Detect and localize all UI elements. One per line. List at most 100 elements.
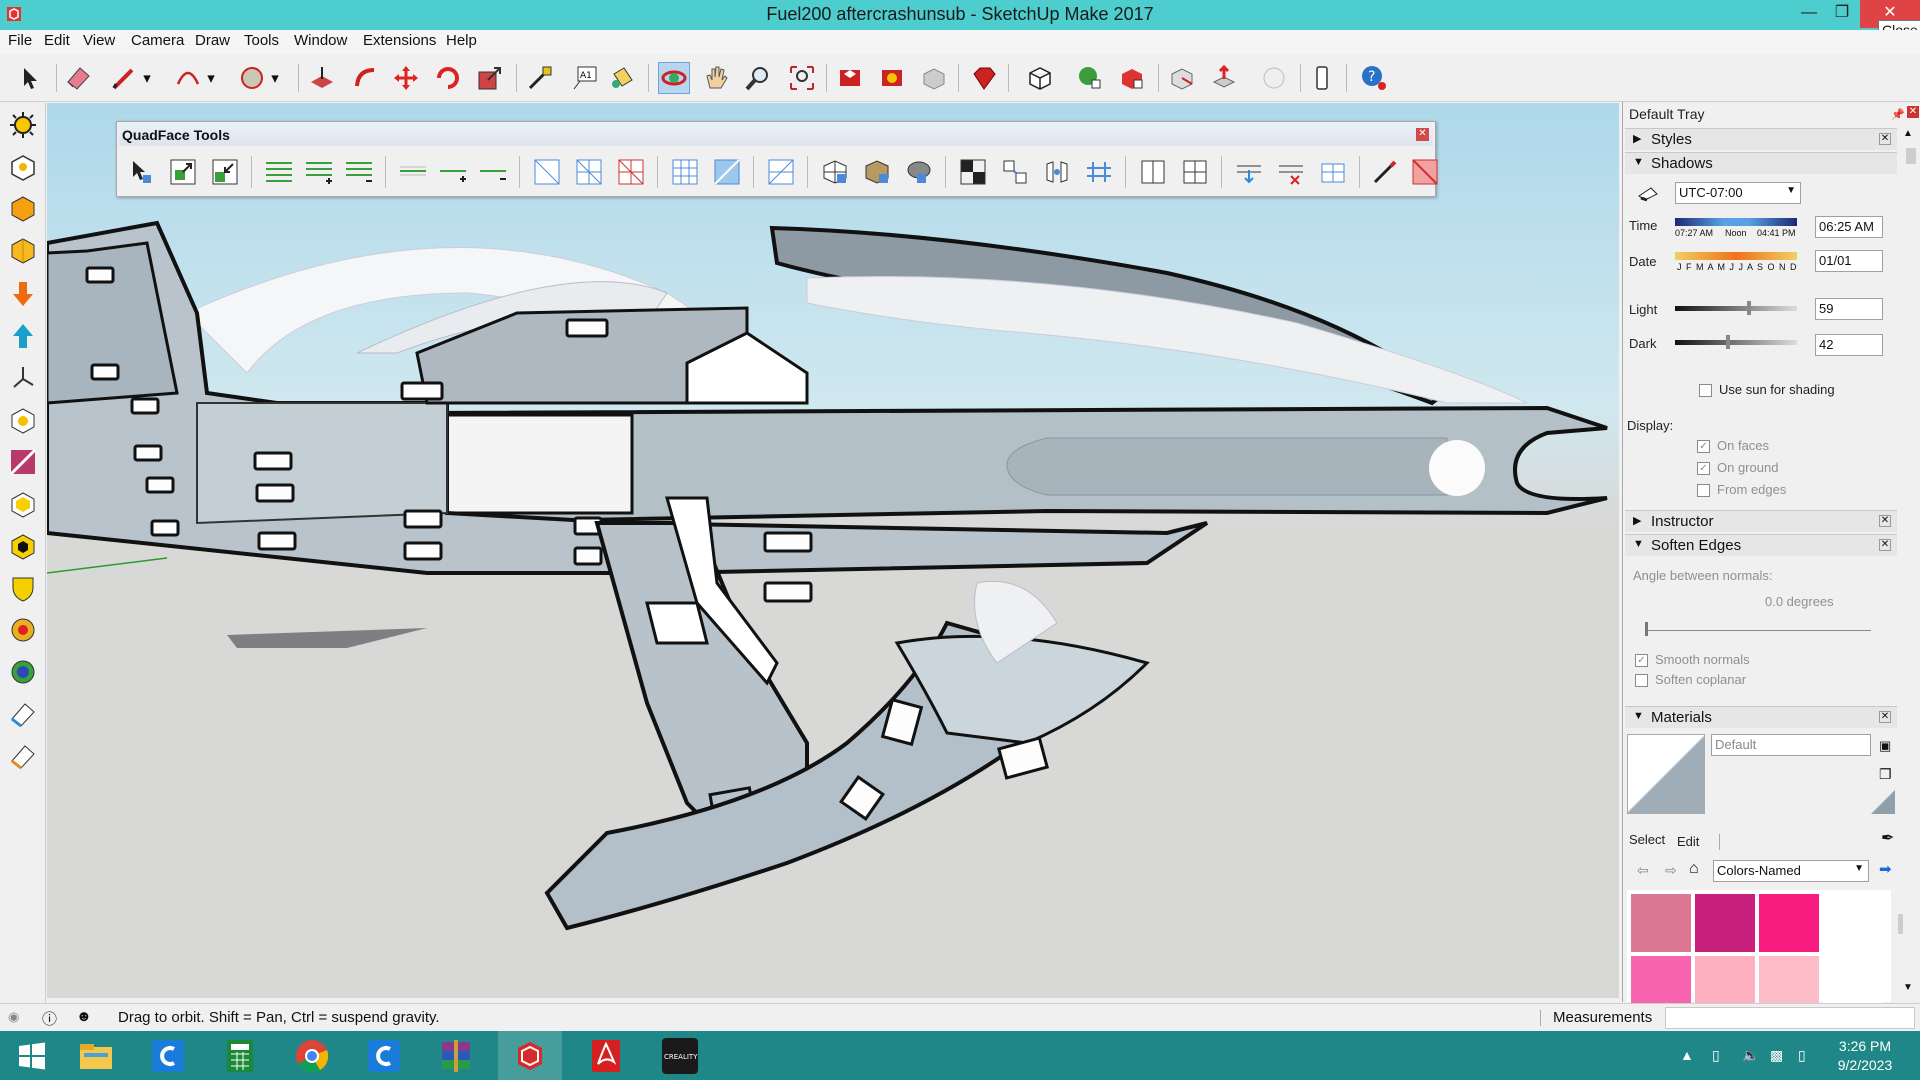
menu-camera[interactable]: Camera (131, 32, 184, 49)
soften-edges-close-icon[interactable]: ✕ (1879, 539, 1891, 551)
time-input[interactable]: 06:25 AM (1815, 216, 1883, 238)
qf-triangulate-icon[interactable] (711, 156, 743, 188)
zoom-extents-tool-icon[interactable] (786, 62, 818, 94)
menu-extensions[interactable]: Extensions (363, 32, 436, 49)
mobile-device-icon[interactable] (1306, 62, 1338, 94)
arrow-down-icon[interactable] (6, 277, 40, 311)
light-input[interactable]: 59 (1815, 298, 1883, 320)
from-edges-checkbox[interactable] (1697, 484, 1710, 497)
volume-icon[interactable]: 🔈 (1742, 1047, 1759, 1064)
library-select[interactable]: Colors-Named ▼ (1713, 860, 1869, 882)
push-pull-tool-icon[interactable] (306, 62, 338, 94)
paint-bucket-tool-icon[interactable] (606, 62, 638, 94)
tape-measure-tool-icon[interactable] (524, 62, 556, 94)
angle-slider-thumb[interactable] (1645, 622, 1648, 636)
date-input[interactable]: 01/01 (1815, 250, 1883, 272)
smooth-normals-checkbox[interactable]: ✓ (1635, 654, 1648, 667)
qf-edit-pencil-icon[interactable] (1369, 156, 1401, 188)
qf-grow-ring-icon[interactable] (303, 156, 335, 188)
circle-shape-tool-icon[interactable] (236, 62, 268, 94)
styles-close-icon[interactable]: ✕ (1879, 133, 1891, 145)
shadow-toggle-icon[interactable] (1637, 184, 1659, 202)
menu-window[interactable]: Window (294, 32, 347, 49)
move-tool-icon[interactable] (390, 62, 422, 94)
shield-yellow-icon[interactable] (6, 571, 40, 605)
date-slider[interactable] (1675, 252, 1797, 260)
shadows-panel-header[interactable]: ▼ Shadows (1625, 152, 1897, 174)
qf-bridge-icon[interactable] (1317, 156, 1349, 188)
winrar-icon[interactable] (424, 1031, 488, 1080)
on-faces-checkbox[interactable]: ✓ (1697, 440, 1710, 453)
3d-viewport[interactable] (47, 103, 1619, 998)
qf-uv-map-icon[interactable] (819, 156, 851, 188)
eraser-orange-icon[interactable] (6, 739, 40, 773)
device-icon[interactable]: ▯ (1712, 1047, 1720, 1064)
measurements-input[interactable] (1665, 1007, 1915, 1029)
house-outline-icon[interactable] (6, 150, 40, 184)
chrome-icon[interactable] (280, 1031, 344, 1080)
axes-icon[interactable] (6, 361, 40, 395)
on-ground-checkbox[interactable]: ✓ (1697, 462, 1710, 475)
qf-flip-icon[interactable] (1179, 156, 1211, 188)
soften-coplanar-checkbox[interactable] (1635, 674, 1648, 687)
sphere-icon[interactable] (1258, 62, 1290, 94)
network-icon[interactable]: ▩ (1770, 1047, 1783, 1064)
hexagon-yellow-icon[interactable] (6, 487, 40, 521)
material-name-input[interactable]: Default (1711, 734, 1871, 756)
qf-checker-icon[interactable] (957, 156, 989, 188)
home-icon[interactable]: ⌂ (1689, 860, 1699, 878)
menu-tools[interactable]: Tools (244, 32, 279, 49)
hexagon-white-icon[interactable] (6, 403, 40, 437)
eraser-tool-icon[interactable] (62, 62, 94, 94)
select-tool-icon[interactable] (14, 62, 46, 94)
3d-warehouse-icon[interactable] (834, 62, 866, 94)
qf-region-icon[interactable] (531, 156, 563, 188)
restore-button[interactable]: ❐ (1820, 0, 1864, 28)
photo-textures-icon[interactable] (1166, 62, 1198, 94)
qf-grow-selection-icon[interactable] (167, 156, 199, 188)
styles-panel-header[interactable]: ▶ Styles ✕ (1625, 128, 1897, 150)
user-account-icon[interactable]: ☻ (76, 1008, 92, 1025)
line-dropdown-chevron-down-icon[interactable]: ▾ (140, 62, 154, 94)
extension-manager-ruby-icon[interactable] (968, 62, 1000, 94)
qf-insert-loops-icon[interactable] (1083, 156, 1115, 188)
qf-shrink-selection-icon[interactable] (209, 156, 241, 188)
menu-file[interactable]: File (8, 32, 32, 49)
pencil-line-tool-icon[interactable] (108, 62, 140, 94)
qf-quad-grid-icon[interactable] (669, 156, 701, 188)
qf-texture-icon[interactable] (861, 156, 893, 188)
clock[interactable]: 3:26 PM 9/2/2023 (1820, 1037, 1910, 1075)
back-arrow-icon[interactable]: ⇦ (1637, 862, 1649, 879)
qf-smooth-down-icon[interactable] (1233, 156, 1265, 188)
share-model-icon[interactable] (876, 62, 908, 94)
hexagon-black-icon[interactable] (6, 529, 40, 563)
scale-tool-icon[interactable] (474, 62, 506, 94)
time-slider[interactable] (1675, 218, 1797, 226)
qf-shrink-ring-icon[interactable] (343, 156, 375, 188)
tab-edit[interactable]: Edit (1677, 834, 1699, 849)
qf-select-loop-icon[interactable] (397, 156, 429, 188)
sphere-orange-icon[interactable] (6, 613, 40, 647)
menu-view[interactable]: View (83, 32, 115, 49)
qf-remove-triangulation-icon[interactable] (765, 156, 797, 188)
menu-help[interactable]: Help (446, 32, 477, 49)
menu-draw[interactable]: Draw (195, 32, 230, 49)
details-arrow-icon[interactable]: ➡ (1879, 860, 1892, 878)
soften-edges-panel-header[interactable]: ▼ Soften Edges ✕ (1625, 534, 1897, 556)
creality-icon[interactable]: CREALITY (648, 1031, 712, 1080)
arrow-up-icon[interactable] (6, 319, 40, 353)
qf-grid-red-icon[interactable] (615, 156, 647, 188)
material-save-icon[interactable]: ▣ (1879, 738, 1891, 754)
use-sun-checkbox[interactable] (1699, 384, 1712, 397)
eraser-blue-icon[interactable] (6, 697, 40, 731)
qf-offset-loop-icon[interactable] (1137, 156, 1169, 188)
arc-dropdown-chevron-down-icon[interactable]: ▾ (204, 62, 218, 94)
signal-icon[interactable]: ▯ (1798, 1047, 1806, 1064)
swatch-4[interactable] (1823, 894, 1883, 952)
create-material-icon[interactable]: ❐ (1879, 766, 1892, 783)
qf-shrink-loop-icon[interactable] (477, 156, 509, 188)
scroll-up-icon[interactable]: ▲ (1903, 128, 1913, 139)
extension-warehouse-icon[interactable] (918, 62, 950, 94)
shape-dropdown-chevron-down-icon[interactable]: ▾ (268, 62, 282, 94)
cura-c-icon[interactable] (136, 1031, 200, 1080)
